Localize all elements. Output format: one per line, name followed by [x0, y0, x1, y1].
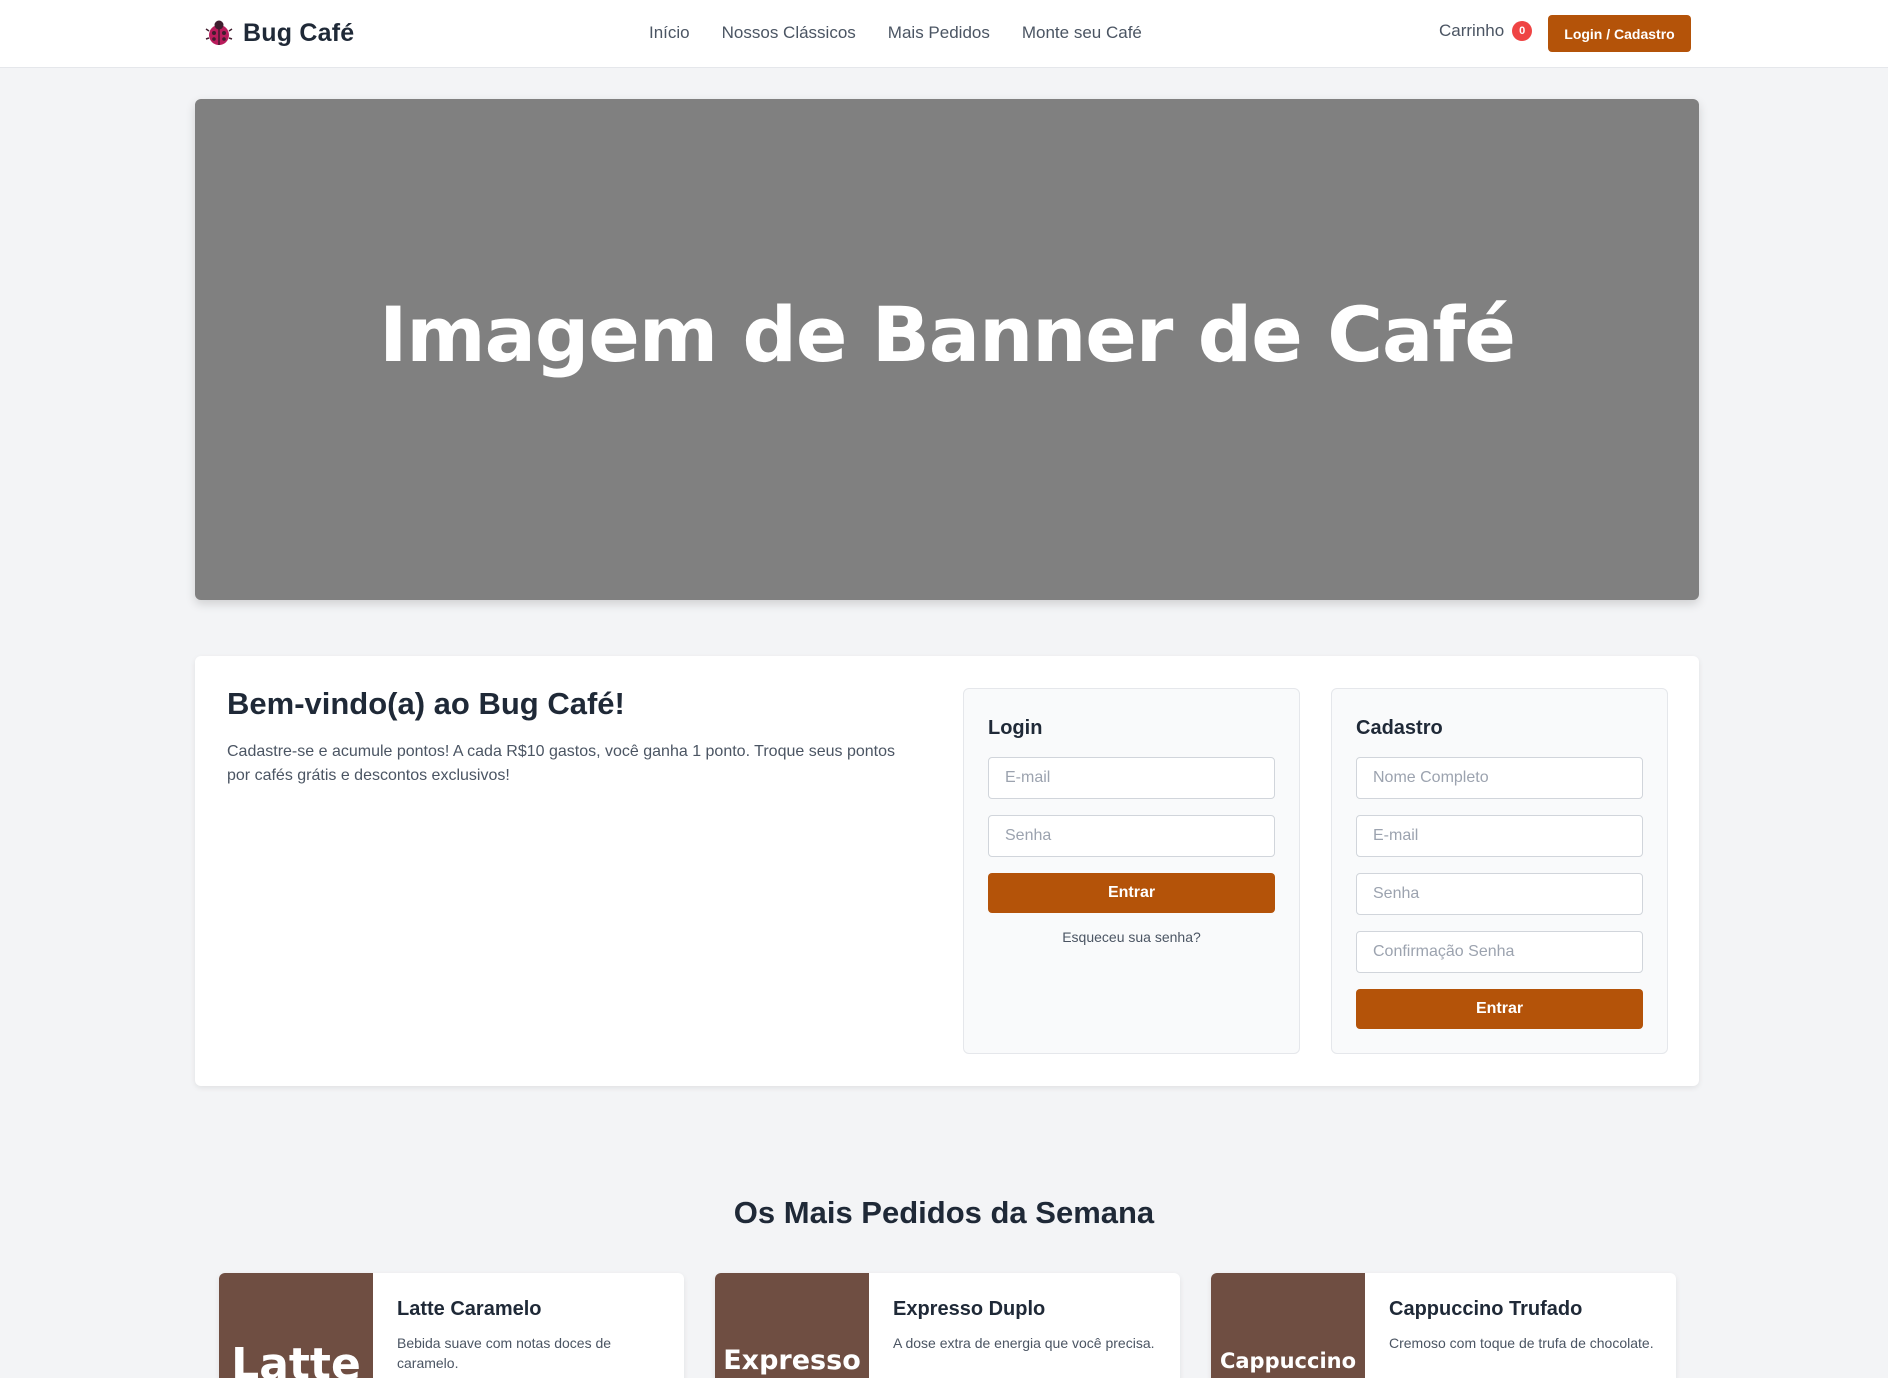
product-thumbnail-text: Latte	[231, 1339, 361, 1378]
product-thumbnail: Latte	[219, 1273, 373, 1378]
product-description: Bebida suave com notas doces de caramelo…	[397, 1335, 612, 1371]
product-thumbnail: Expresso	[715, 1273, 869, 1378]
product-name: Expresso Duplo	[893, 1298, 1046, 1320]
login-email-field[interactable]	[988, 757, 1275, 799]
login-password-field[interactable]	[988, 815, 1275, 857]
cart-link[interactable]: Carrinho 0	[1439, 21, 1533, 41]
product-description: Cremoso com toque de trufa de chocolate.	[1389, 1335, 1654, 1351]
product-thumbnail-text: Expresso	[723, 1345, 861, 1376]
nav-link-inicio[interactable]: Início	[649, 22, 690, 44]
login-submit-button[interactable]: Entrar	[988, 873, 1275, 913]
product-description: A dose extra de energia que você precisa…	[893, 1335, 1155, 1351]
signup-name-field[interactable]	[1356, 757, 1643, 799]
login-signup-button[interactable]: Login / Cadastro	[1548, 15, 1691, 52]
navbar: Bug Café Início Nossos Clássicos Mais Pe…	[0, 0, 1888, 68]
login-form-title: Login	[988, 717, 1043, 739]
login-form: Login Entrar Esqueceu sua senha?	[963, 688, 1300, 1054]
product-card-cappuccino[interactable]: Cappuccino Cappuccino Trufado Cremoso co…	[1211, 1273, 1676, 1378]
hero-banner-text: Imagem de Banner de Café	[379, 290, 1516, 379]
cart-label: Carrinho	[1439, 21, 1505, 40]
welcome-description: Cadastre-se e acumule pontos! A cada R$1…	[227, 743, 895, 784]
product-card-latte[interactable]: Latte Latte Caramelo Bebida suave com no…	[219, 1273, 684, 1378]
hero-banner: Imagem de Banner de Café	[195, 99, 1699, 600]
brand-name: Bug Café	[243, 18, 355, 47]
signup-confirm-password-field[interactable]	[1356, 931, 1643, 973]
signup-password-field[interactable]	[1356, 873, 1643, 915]
nav-link-monte-cafe[interactable]: Monte seu Café	[1022, 22, 1142, 44]
product-thumbnail-text: Cappuccino	[1219, 1349, 1357, 1373]
popular-section-title: Os Mais Pedidos da Semana	[733, 1195, 1155, 1230]
product-thumbnail: Cappuccino	[1211, 1273, 1365, 1378]
product-card-expresso[interactable]: Expresso Expresso Duplo A dose extra de …	[715, 1273, 1180, 1378]
welcome-card: Bem-vindo(a) ao Bug Café! Cadastre-se e …	[195, 656, 1699, 1086]
signup-submit-button[interactable]: Entrar	[1356, 989, 1643, 1029]
product-name: Cappuccino Trufado	[1389, 1298, 1583, 1320]
main-nav: Início Nossos Clássicos Mais Pedidos Mon…	[649, 22, 1174, 44]
cart-count-badge: 0	[1512, 21, 1533, 41]
nav-link-classicos[interactable]: Nossos Clássicos	[722, 22, 856, 44]
brand-logo[interactable]: Bug Café	[205, 16, 354, 50]
forgot-password-link[interactable]: Esqueceu sua senha?	[988, 929, 1275, 945]
signup-form-title: Cadastro	[1356, 717, 1443, 739]
signup-email-field[interactable]	[1356, 815, 1643, 857]
nav-link-mais-pedidos[interactable]: Mais Pedidos	[888, 22, 990, 44]
ladybug-icon	[205, 20, 233, 45]
product-name: Latte Caramelo	[397, 1298, 542, 1320]
signup-form: Cadastro Entrar	[1331, 688, 1668, 1054]
welcome-title: Bem-vindo(a) ao Bug Café!	[227, 686, 625, 721]
